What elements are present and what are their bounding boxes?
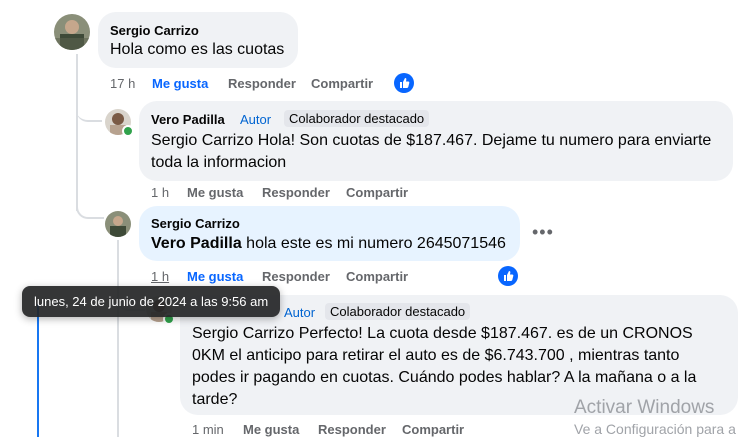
avatar[interactable] — [54, 14, 90, 50]
left-accent-bar — [37, 304, 39, 437]
share-button[interactable]: Compartir — [346, 185, 408, 200]
comment-text: tarde? — [192, 391, 238, 408]
reply-button[interactable]: Responder — [318, 422, 386, 437]
comment-author[interactable]: Sergio Carrizo — [110, 23, 199, 38]
reply-button[interactable]: Responder — [262, 269, 330, 284]
thumbs-up-icon[interactable] — [394, 73, 414, 93]
reply-button[interactable]: Responder — [262, 185, 330, 200]
comment-time[interactable]: 17 h — [110, 76, 135, 91]
online-indicator — [122, 125, 134, 137]
comment-time[interactable]: 1 h — [151, 185, 169, 200]
thumbs-up-icon[interactable] — [498, 266, 518, 286]
like-button[interactable]: Me gusta — [187, 185, 243, 200]
comment-text: Vero Padilla hola este es mi numero 2645… — [151, 233, 506, 255]
thread-connector-1 — [76, 100, 102, 122]
windows-activation-title: Activar Windows — [574, 397, 715, 418]
like-button[interactable]: Me gusta — [187, 269, 243, 284]
comment-author[interactable]: Vero Padilla — [151, 112, 225, 127]
thread-line-main — [76, 54, 78, 211]
avatar[interactable] — [105, 211, 131, 237]
comment-text: 0KM el anticipo para retirar el auto es … — [192, 347, 680, 364]
author-badge: Autor — [240, 112, 272, 127]
comment-text: Sergio Carrizo Perfecto! La cuota desde … — [192, 325, 693, 342]
more-options-icon[interactable]: ••• — [532, 222, 554, 243]
like-button[interactable]: Me gusta — [152, 76, 208, 91]
comment-time[interactable]: 1 min — [192, 422, 224, 437]
share-button[interactable]: Compartir — [311, 76, 373, 91]
share-button[interactable]: Compartir — [346, 269, 408, 284]
comment-text: Hola como es las cuotas — [110, 41, 285, 58]
comment-text: toda la informacion — [151, 154, 287, 171]
reply-button[interactable]: Responder — [228, 76, 296, 91]
comment-text-body: hola este es mi numero 2645071546 — [241, 235, 506, 252]
thread-line-sub — [117, 240, 119, 437]
timestamp-tooltip: lunes, 24 de junio de 2024 a las 9:56 am — [22, 286, 281, 317]
mention-link[interactable]: Vero Padilla — [151, 235, 242, 252]
comment-time[interactable]: 1 h — [151, 269, 169, 284]
author-badge: Autor — [284, 305, 316, 320]
comment-author[interactable]: Sergio Carrizo — [151, 216, 240, 231]
like-button[interactable]: Me gusta — [243, 422, 299, 437]
top-contributor-badge: Colaborador destacado — [284, 110, 430, 127]
comment-text: Sergio Carrizo Hola! Son cuotas de $187.… — [151, 132, 712, 149]
comment-text: podes ir pagando en cuotas. Cuándo podes… — [192, 369, 697, 386]
share-button[interactable]: Compartir — [402, 422, 464, 437]
windows-activation-subtitle: Ve a Configuración para a — [574, 421, 736, 437]
thread-connector-2 — [76, 195, 104, 219]
top-contributor-badge: Colaborador destacado — [325, 303, 471, 320]
